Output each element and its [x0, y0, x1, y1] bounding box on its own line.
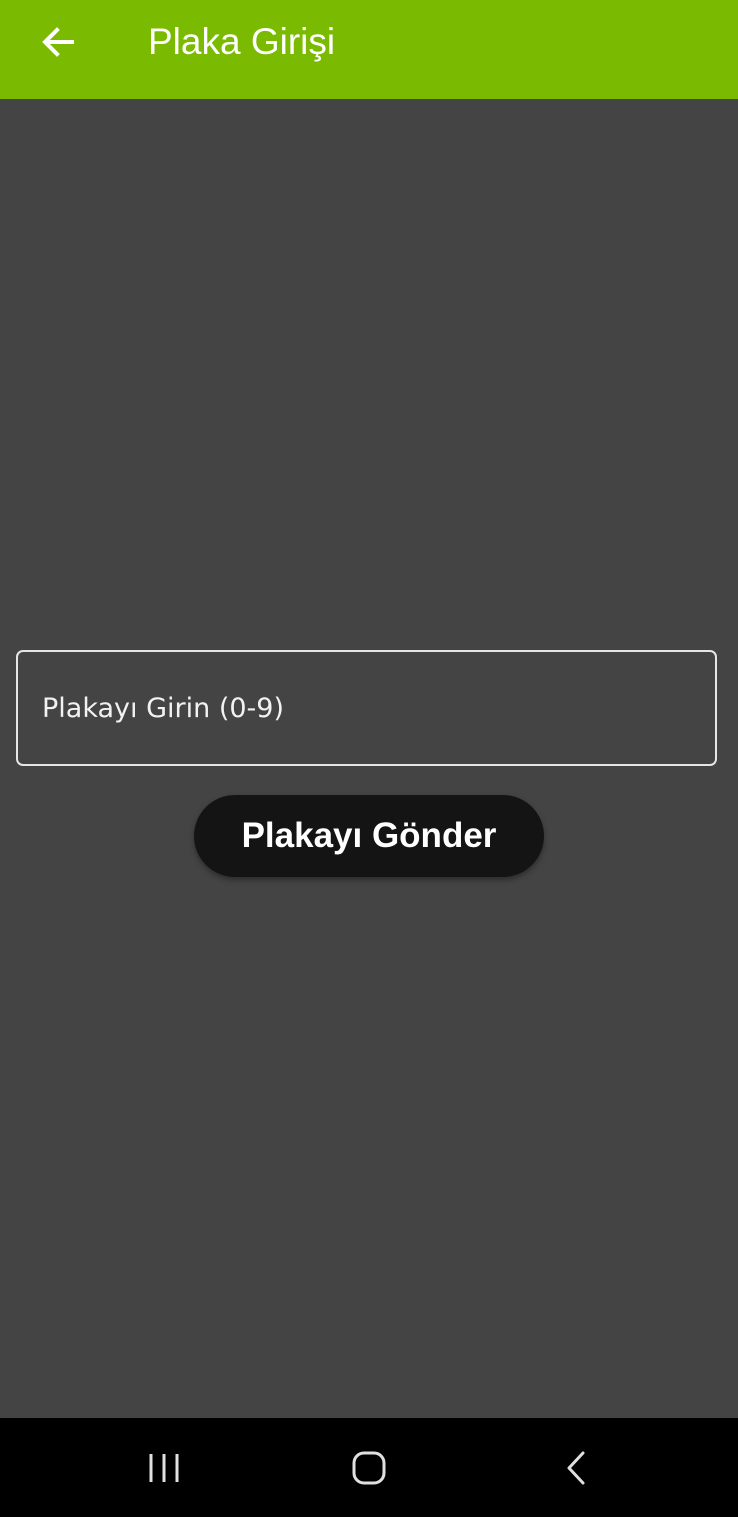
recent-apps-icon [149, 1454, 179, 1482]
back-chevron-icon [567, 1451, 585, 1485]
system-back-button[interactable] [547, 1442, 607, 1494]
page-title: Plaka Girişi [148, 21, 336, 62]
submit-plate-button[interactable]: Plakayı Gönder [194, 795, 544, 877]
system-nav-bar [0, 1418, 738, 1517]
back-button[interactable] [28, 14, 88, 70]
plate-input-container [16, 650, 717, 766]
screen: Plaka Girişi Plakayı Gönder [0, 0, 738, 1517]
recent-apps-button[interactable] [134, 1442, 194, 1494]
plate-input[interactable] [18, 652, 715, 764]
app-bar: Plaka Girişi [0, 0, 738, 99]
arrow-left-icon [42, 27, 74, 57]
home-icon [352, 1451, 386, 1485]
home-button[interactable] [339, 1442, 399, 1494]
